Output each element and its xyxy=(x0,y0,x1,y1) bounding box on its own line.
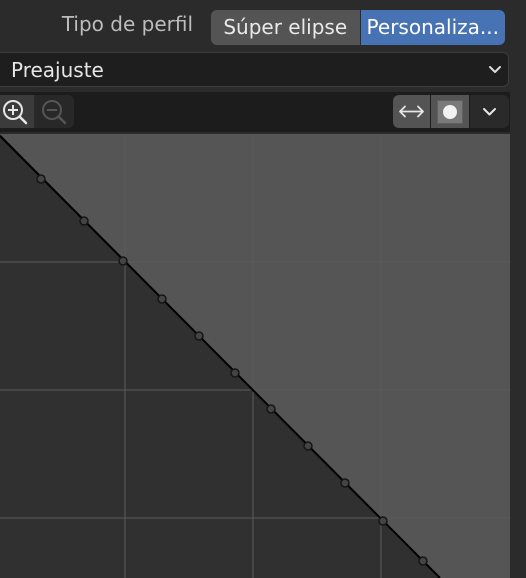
zoom-controls xyxy=(0,95,74,128)
handle-type-button[interactable] xyxy=(431,95,469,128)
profile-type-label: Tipo de perfil xyxy=(61,12,193,36)
profile-curve-graph[interactable] xyxy=(0,134,510,578)
curve-menu-button[interactable] xyxy=(470,95,509,128)
curve-point[interactable] xyxy=(230,368,240,378)
zoom-out-icon xyxy=(42,100,67,125)
curve-point[interactable] xyxy=(79,216,89,226)
curve-point[interactable] xyxy=(340,478,350,488)
profile-type-selector: Súper elipse Personaliza... xyxy=(211,10,505,45)
custom-profile-option[interactable]: Personaliza... xyxy=(360,10,505,45)
profile-type-row: Tipo de perfil Súper elipse Personaliza.… xyxy=(0,0,526,50)
preset-label: Preajuste xyxy=(11,58,104,82)
curve-point[interactable] xyxy=(36,174,46,184)
chevron-down-icon xyxy=(487,57,503,86)
zoom-in-button[interactable] xyxy=(0,95,34,128)
zoom-in-icon xyxy=(3,100,28,125)
horizontal-arrows-icon xyxy=(399,105,424,118)
preset-dropdown[interactable]: Preajuste xyxy=(0,52,509,87)
super-ellipse-option[interactable]: Súper elipse xyxy=(211,10,360,45)
clipping-toggle-button[interactable] xyxy=(393,95,430,128)
curve-point[interactable] xyxy=(157,294,167,304)
curve-options xyxy=(393,95,509,128)
curve-point[interactable] xyxy=(303,441,313,451)
curve-toolbar xyxy=(0,92,510,132)
chevron-down-icon xyxy=(483,108,496,116)
curve-point[interactable] xyxy=(378,516,388,526)
zoom-out-button[interactable] xyxy=(35,95,73,128)
curve-point[interactable] xyxy=(118,256,128,266)
curve-point[interactable] xyxy=(418,556,428,566)
curve-point[interactable] xyxy=(194,331,204,341)
curve-point[interactable] xyxy=(266,404,276,414)
dot-icon xyxy=(437,100,463,124)
